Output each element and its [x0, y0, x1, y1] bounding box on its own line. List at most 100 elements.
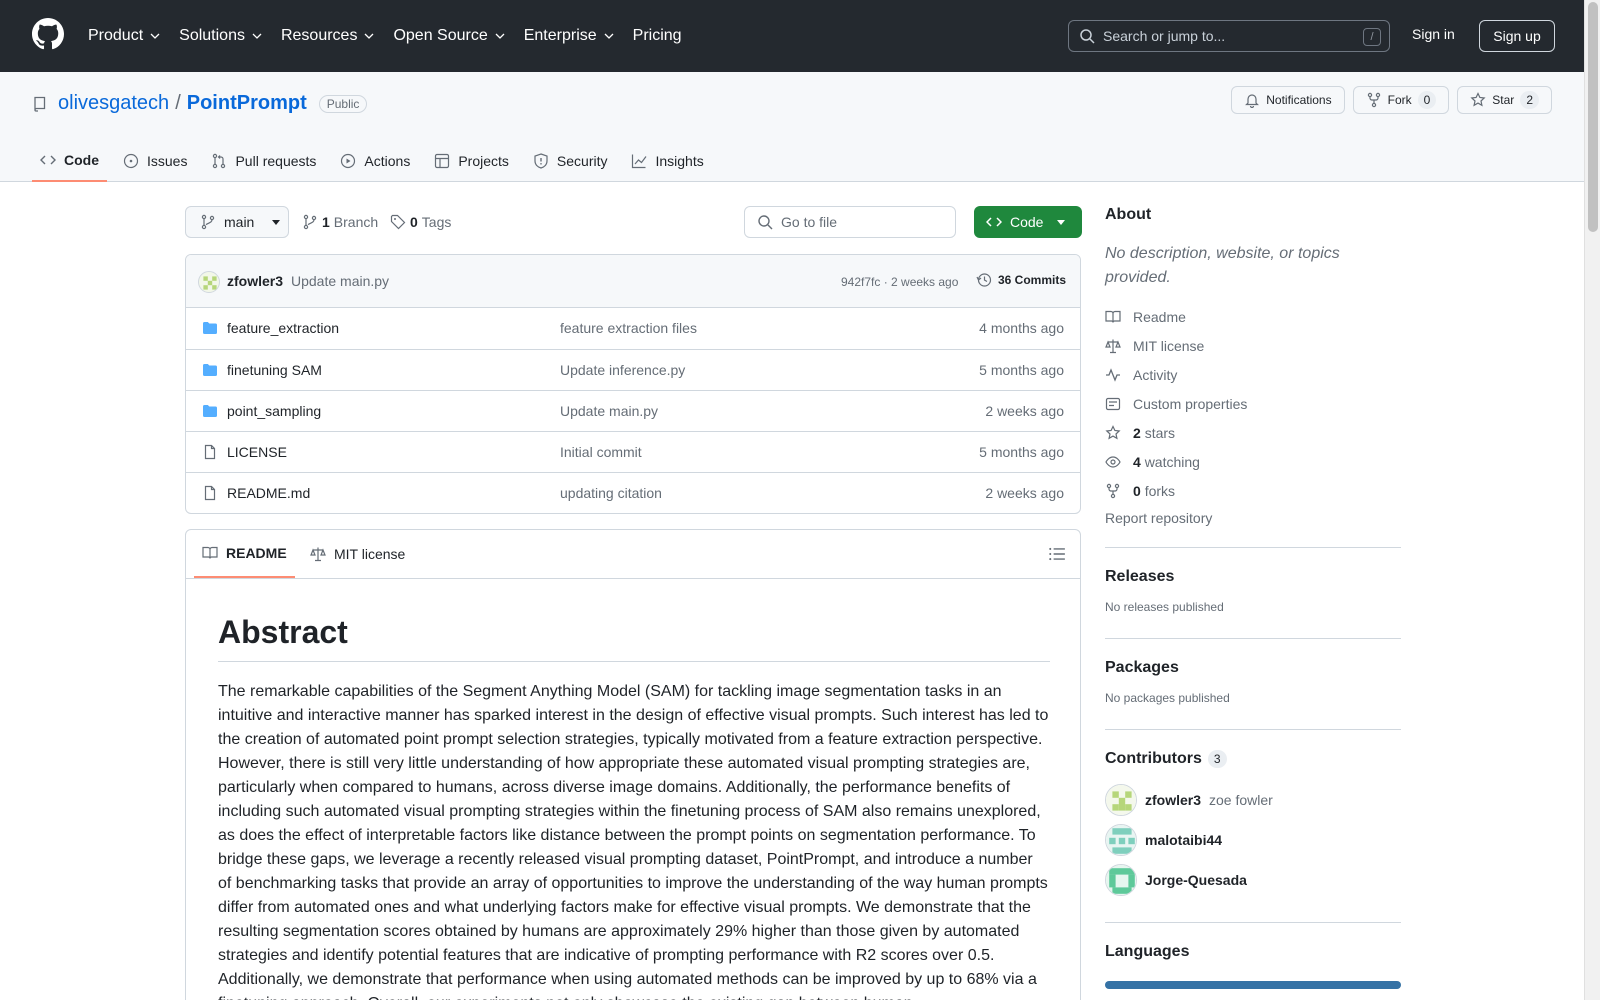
- sign-up-button[interactable]: Sign up: [1479, 20, 1555, 52]
- star-counter: 2: [1520, 91, 1539, 109]
- file-date: 5 months ago: [979, 444, 1064, 460]
- file-name-link[interactable]: LICENSE: [227, 444, 287, 460]
- repo-name-link[interactable]: PointPrompt: [187, 92, 307, 115]
- file-list: zfowler3 Update main.py 942f7fc · 2 week…: [185, 254, 1081, 514]
- global-nav: Product Solutions Resources Open Source …: [88, 0, 682, 72]
- file-name-link[interactable]: README.md: [227, 485, 310, 501]
- readme-link[interactable]: Readme: [1105, 302, 1401, 331]
- nav-open-source[interactable]: Open Source: [393, 27, 505, 45]
- table-row[interactable]: point_sampling Update main.py 2 weeks ago: [186, 390, 1080, 431]
- table-row[interactable]: LICENSE Initial commit 5 months ago: [186, 431, 1080, 472]
- tab-actions[interactable]: Actions: [332, 140, 418, 182]
- sidebar-item-label: stars: [1144, 424, 1176, 441]
- star-icon: [1470, 92, 1486, 107]
- global-search-input[interactable]: Search or jump to... /: [1068, 20, 1390, 52]
- file-name-link[interactable]: finetuning SAM: [227, 362, 322, 378]
- file-commit-message-link[interactable]: Initial commit: [560, 444, 642, 460]
- branches-link[interactable]: 1 Branch: [302, 206, 378, 238]
- custom-properties-link[interactable]: Custom properties: [1105, 389, 1401, 418]
- tab-label: Security: [556, 153, 608, 169]
- license-link[interactable]: MIT license: [1105, 331, 1401, 360]
- commit-hash-time[interactable]: 942f7fc · 2 weeks ago: [841, 275, 958, 289]
- file-commit-message-link[interactable]: feature extraction files: [560, 320, 697, 336]
- chevron-down-icon: [604, 33, 614, 39]
- star-button[interactable]: Star 2: [1457, 86, 1552, 114]
- code-button[interactable]: Code: [974, 206, 1082, 238]
- branch-selector[interactable]: main: [185, 206, 289, 238]
- avatar[interactable]: [198, 271, 220, 293]
- readme-tabs: README MIT license: [186, 530, 1080, 579]
- packages-heading[interactable]: Packages: [1105, 659, 1401, 677]
- table-row[interactable]: finetuning SAM Update inference.py 5 month…: [186, 349, 1080, 390]
- repo-owner-link[interactable]: olivesgatech: [58, 92, 169, 115]
- file-commit-message-link[interactable]: updating citation: [560, 485, 662, 501]
- avatar: [1105, 784, 1137, 816]
- tags-link[interactable]: 0 Tags: [390, 206, 451, 238]
- nav-pricing[interactable]: Pricing: [633, 27, 682, 45]
- code-icon: [40, 155, 56, 165]
- file-commit-message-link[interactable]: Update main.py: [560, 403, 658, 419]
- tab-code[interactable]: Code: [32, 140, 107, 182]
- visibility-badge: Public: [318, 94, 368, 113]
- nav-enterprise[interactable]: Enterprise: [524, 27, 615, 45]
- sign-in-link[interactable]: Sign in: [1412, 26, 1455, 42]
- file-name-link[interactable]: feature_extraction: [227, 320, 339, 336]
- go-to-file-placeholder: Go to file: [781, 214, 838, 230]
- report-repository-link[interactable]: Report repository: [1105, 505, 1401, 531]
- tab-readme[interactable]: README: [194, 530, 295, 578]
- tab-projects[interactable]: Projects: [426, 140, 517, 182]
- contributor-item[interactable]: malotaibi44: [1105, 820, 1401, 860]
- scrollbar-thumb[interactable]: [1588, 2, 1598, 232]
- tab-issues[interactable]: Issues: [115, 140, 195, 182]
- tab-insights[interactable]: Insights: [623, 140, 711, 182]
- stars-link[interactable]: 2 stars: [1105, 418, 1401, 447]
- sidebar-item-label: MIT license: [1133, 337, 1205, 354]
- github-logo-icon[interactable]: [32, 18, 64, 50]
- packages-section: Packages No packages published: [1105, 638, 1401, 729]
- commit-message-link[interactable]: Update main.py: [291, 273, 389, 289]
- branch-icon: [201, 214, 215, 230]
- sidebar-item-label: Custom properties: [1133, 395, 1248, 412]
- file-name-link[interactable]: point_sampling: [227, 403, 321, 419]
- nav-resources[interactable]: Resources: [281, 27, 375, 45]
- file-commit-message-link[interactable]: Update inference.py: [560, 362, 685, 378]
- file-icon: [202, 485, 218, 501]
- go-to-file-input[interactable]: Go to file: [744, 206, 956, 238]
- activity-link[interactable]: Activity: [1105, 360, 1401, 389]
- caret-down-icon: [272, 219, 281, 225]
- issue-icon: [123, 153, 139, 169]
- notifications-label: Notifications: [1266, 93, 1332, 107]
- contributor-item[interactable]: Jorge-Quesada: [1105, 860, 1401, 900]
- notifications-button[interactable]: Notifications: [1231, 86, 1345, 114]
- nav-label: Resources: [280, 27, 358, 44]
- note-icon: [1105, 397, 1121, 410]
- fork-label: Fork: [1387, 93, 1412, 107]
- table-row[interactable]: README.md updating citation 2 weeks ago: [186, 472, 1080, 513]
- branch-count: 1: [322, 214, 330, 230]
- watching-link[interactable]: 4 watching: [1105, 447, 1401, 476]
- nav-product[interactable]: Product: [88, 27, 161, 45]
- forks-link[interactable]: 0 forks: [1105, 476, 1401, 505]
- eye-icon: [1105, 455, 1121, 468]
- search-icon: [758, 215, 773, 230]
- tab-pull-requests[interactable]: Pull requests: [203, 140, 324, 182]
- releases-heading[interactable]: Releases: [1105, 568, 1401, 586]
- star-icon: [1105, 424, 1121, 439]
- table-row[interactable]: feature_extraction feature extraction fil…: [186, 308, 1080, 349]
- tab-security[interactable]: Security: [525, 140, 616, 182]
- outline-list-icon[interactable]: [1048, 545, 1066, 563]
- commits-history-link[interactable]: 36 Commits: [976, 272, 1066, 288]
- tab-license[interactable]: MIT license: [310, 530, 405, 578]
- nav-solutions[interactable]: Solutions: [179, 27, 263, 45]
- repo-title: olivesgatech / PointPrompt Public: [32, 92, 368, 115]
- contributors-title: Contributors: [1105, 750, 1202, 767]
- contributors-heading[interactable]: Contributors 3: [1105, 750, 1401, 768]
- commit-author-link[interactable]: zfowler3: [227, 273, 283, 289]
- chevron-down-icon: [364, 33, 374, 39]
- tag-count: 0: [410, 214, 418, 230]
- fork-button[interactable]: Fork 0: [1352, 86, 1450, 114]
- folder-icon: [202, 403, 218, 419]
- contributor-name: zoe fowler: [1209, 792, 1273, 808]
- contributor-item[interactable]: zfowler3 zoe fowler: [1105, 780, 1401, 820]
- page-scrollbar[interactable]: [1584, 0, 1600, 1000]
